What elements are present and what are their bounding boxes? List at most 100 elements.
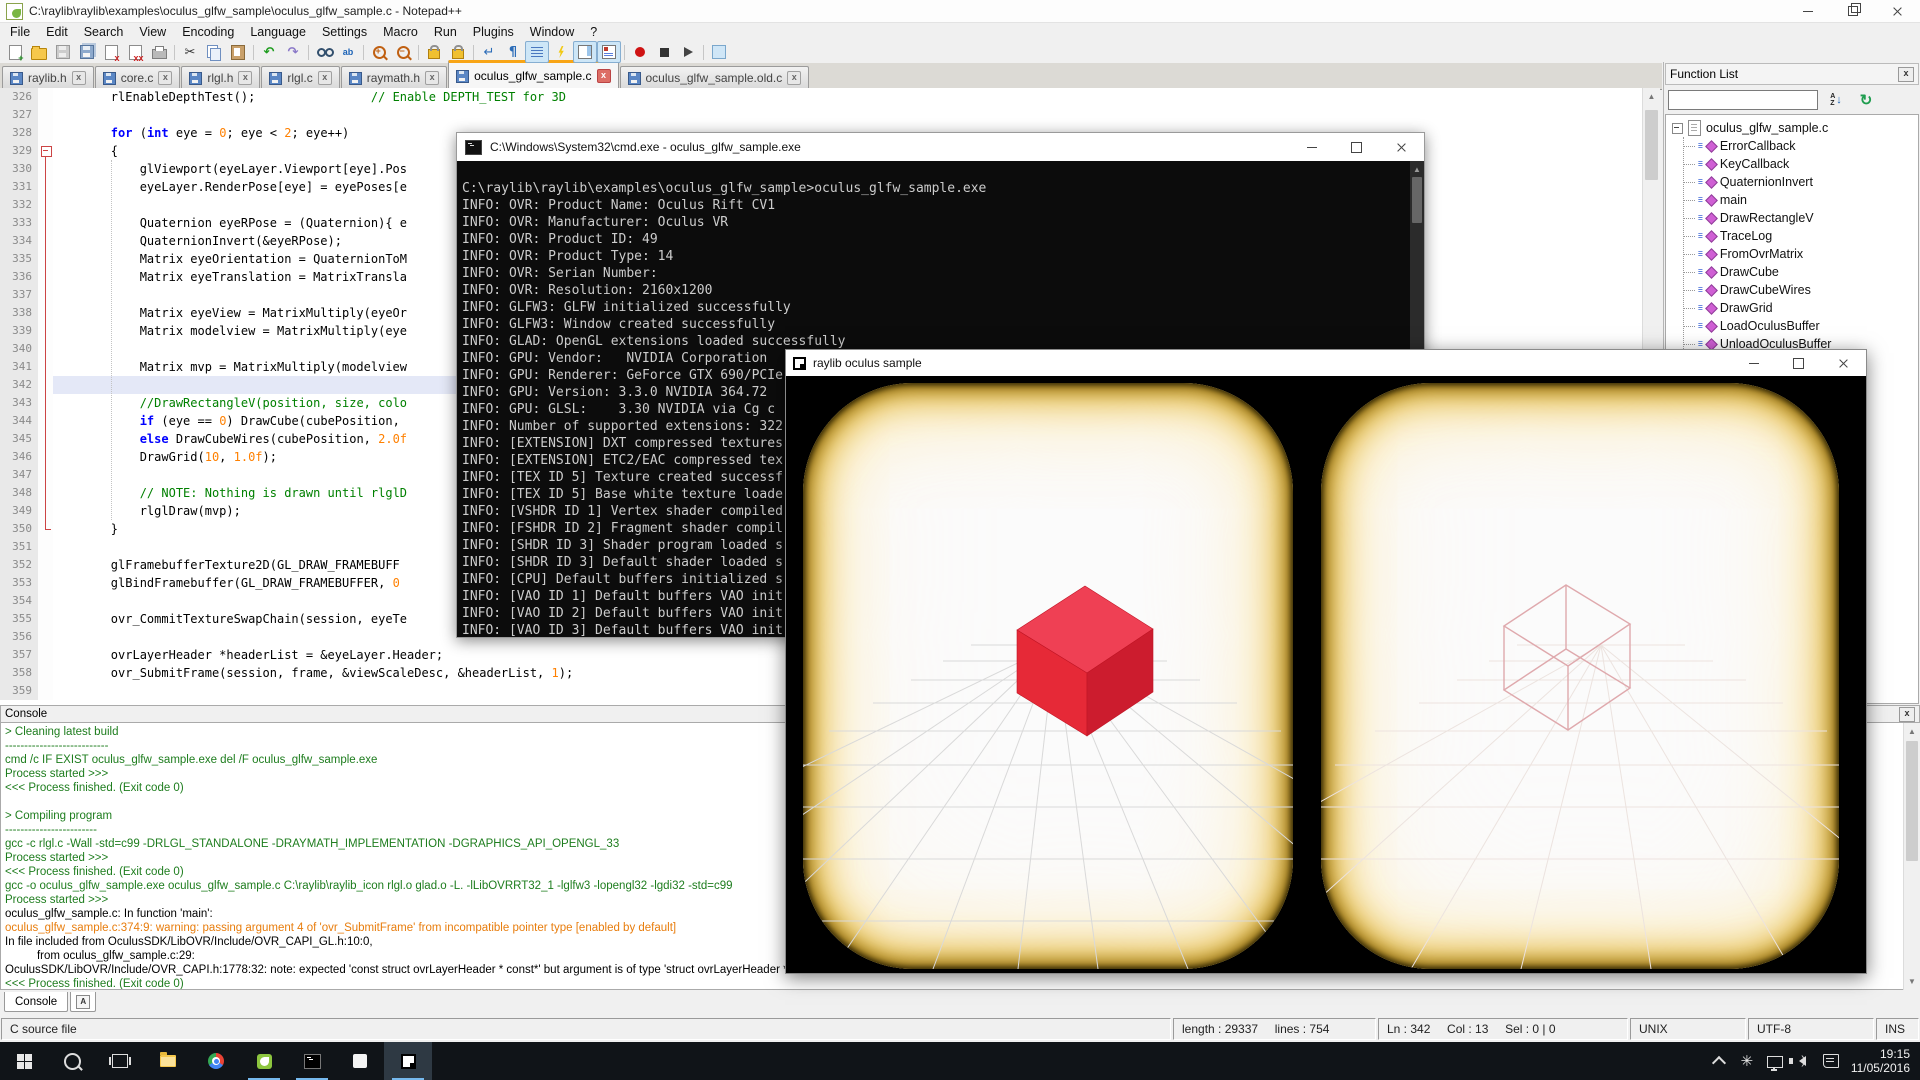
tab-close-icon[interactable]: x <box>318 71 332 85</box>
tab-close-icon[interactable]: x <box>597 69 611 83</box>
start-button[interactable] <box>0 1042 48 1080</box>
fold-margin[interactable] <box>38 106 53 124</box>
cmd-maximize-button[interactable] <box>1334 133 1379 161</box>
npp-close-button[interactable] <box>1875 0 1920 22</box>
action-center-icon[interactable] <box>1817 1042 1845 1080</box>
taskbar-raylib-app[interactable] <box>384 1042 432 1080</box>
sync-v-icon[interactable] <box>422 41 446 63</box>
menu-item-run[interactable]: Run <box>426 25 465 39</box>
editor-scroll-thumb[interactable] <box>1645 110 1658 180</box>
sort-az-button[interactable]: AZ↓ <box>1824 90 1848 110</box>
code-line[interactable]: 326 rlEnableDepthTest(); // Enable DEPTH… <box>0 88 1642 106</box>
scroll-up-icon[interactable]: ▲ <box>1904 723 1920 740</box>
function-list-item-KeyCallback[interactable]: ≡KeyCallback <box>1684 155 1918 173</box>
indent-guide-icon[interactable] <box>525 41 549 63</box>
tab-close-icon[interactable]: x <box>425 71 439 85</box>
console-extra-tab[interactable]: A <box>70 992 96 1012</box>
function-list-search-input[interactable] <box>1668 90 1818 110</box>
cut-icon[interactable]: ✂ <box>178 41 202 63</box>
taskbar-media-app[interactable] <box>336 1042 384 1080</box>
macro-play-icon[interactable] <box>676 41 700 63</box>
npp-title-bar[interactable]: C:\raylib\raylib\examples\oculus_glfw_sa… <box>0 0 1920 23</box>
console-scrollbar[interactable]: ▲ ▼ <box>1903 723 1920 990</box>
network-icon[interactable] <box>1761 1042 1789 1080</box>
npp-minimize-button[interactable] <box>1785 0 1830 22</box>
tab-raylib.h[interactable]: raylib.hx <box>2 66 94 89</box>
function-list-item-ErrorCallback[interactable]: ≡ErrorCallback <box>1684 137 1918 155</box>
cmd-scroll-thumb[interactable] <box>1412 177 1422 223</box>
macro-record-icon[interactable] <box>628 41 652 63</box>
menu-item-language[interactable]: Language <box>242 25 314 39</box>
code-line[interactable]: 327 <box>0 106 1642 124</box>
tab-close-icon[interactable]: x <box>158 71 172 85</box>
func-list-icon[interactable] <box>597 41 621 63</box>
taskbar-file-explorer[interactable] <box>144 1042 192 1080</box>
console-tab[interactable]: Console <box>4 992 68 1012</box>
save-all-icon[interactable] <box>75 41 99 63</box>
undo-icon[interactable]: ↶ <box>257 41 281 63</box>
taskbar-notepad-plus-plus[interactable] <box>240 1042 288 1080</box>
tab-core.c[interactable]: core.cx <box>95 66 181 89</box>
copy-icon[interactable] <box>202 41 226 63</box>
function-list-item-DrawRectangleV[interactable]: ≡DrawRectangleV <box>1684 209 1918 227</box>
menu-item-settings[interactable]: Settings <box>314 25 375 39</box>
sync-h-icon[interactable] <box>446 41 470 63</box>
menu-item-encoding[interactable]: Encoding <box>174 25 242 39</box>
fold-margin[interactable] <box>38 574 53 592</box>
function-list-item-DrawCubeWires[interactable]: ≡DrawCubeWires <box>1684 281 1918 299</box>
scroll-down-icon[interactable]: ▼ <box>1904 973 1920 990</box>
open-icon[interactable] <box>27 41 51 63</box>
tab-rlgl.h[interactable]: rlgl.hx <box>181 66 260 89</box>
fold-margin[interactable] <box>38 556 53 574</box>
function-list-root[interactable]: oculus_glfw_sample.c <box>1672 119 1918 137</box>
taskbar-clock[interactable]: 19:15 11/05/2016 <box>1845 1047 1920 1075</box>
taskbar-chrome[interactable] <box>192 1042 240 1080</box>
raylib-title-bar[interactable]: raylib oculus sample <box>786 350 1866 376</box>
close-icon[interactable]: x <box>99 41 123 63</box>
fold-margin[interactable] <box>38 610 53 628</box>
zoom-out-icon[interactable]: − <box>391 41 415 63</box>
cmd-title-bar[interactable]: C:\Windows\System32\cmd.exe - oculus_glf… <box>457 133 1424 161</box>
fold-margin[interactable] <box>38 88 53 106</box>
tray-chevron-icon[interactable] <box>1705 1042 1733 1080</box>
volume-icon[interactable] <box>1789 1042 1817 1080</box>
doc-switch-icon[interactable] <box>707 41 731 63</box>
refresh-button[interactable]: ↻ <box>1854 90 1878 110</box>
tab-close-icon[interactable]: x <box>787 71 801 85</box>
tab-raymath.h[interactable]: raymath.hx <box>341 66 447 89</box>
fold-margin[interactable] <box>38 646 53 664</box>
tab-close-icon[interactable]: x <box>238 71 252 85</box>
raylib-minimize-button[interactable] <box>1731 350 1776 376</box>
fold-margin[interactable] <box>38 592 53 610</box>
function-list-item-QuaternionInvert[interactable]: ≡QuaternionInvert <box>1684 173 1918 191</box>
scroll-up-icon[interactable]: ▲ <box>1643 88 1660 105</box>
tab-close-icon[interactable]: x <box>72 71 86 85</box>
menu-item-plugins[interactable]: Plugins <box>465 25 522 39</box>
console-close-icon[interactable]: x <box>1899 707 1915 722</box>
menu-item-help[interactable]: ? <box>582 25 605 39</box>
cmd-close-button[interactable] <box>1379 133 1424 161</box>
redo-icon[interactable]: ↷ <box>281 41 305 63</box>
doc-map-icon[interactable] <box>573 41 597 63</box>
print-icon[interactable] <box>147 41 171 63</box>
define-lang-icon[interactable] <box>549 41 573 63</box>
collapse-icon[interactable] <box>1672 123 1683 134</box>
find-icon[interactable] <box>312 41 336 63</box>
menu-item-macro[interactable]: Macro <box>375 25 426 39</box>
fold-margin[interactable] <box>38 538 53 556</box>
taskbar-cmd[interactable] <box>288 1042 336 1080</box>
new-icon[interactable]: + <box>3 41 27 63</box>
menu-item-edit[interactable]: Edit <box>38 25 76 39</box>
replace-icon[interactable]: ab <box>336 41 360 63</box>
function-list-item-FromOvrMatrix[interactable]: ≡FromOvrMatrix <box>1684 245 1918 263</box>
taskbar-search-button[interactable] <box>48 1042 96 1080</box>
raylib-close-button[interactable] <box>1821 350 1866 376</box>
show-all-chars-icon[interactable]: ¶ <box>501 41 525 63</box>
console-scroll-thumb[interactable] <box>1906 741 1918 861</box>
fold-margin[interactable] <box>38 664 53 682</box>
scroll-up-icon[interactable]: ▲ <box>1410 161 1424 178</box>
fold-margin[interactable] <box>38 682 53 700</box>
save-icon[interactable] <box>51 41 75 63</box>
tab-rlgl.c[interactable]: rlgl.cx <box>261 66 339 89</box>
zoom-in-icon[interactable]: + <box>367 41 391 63</box>
